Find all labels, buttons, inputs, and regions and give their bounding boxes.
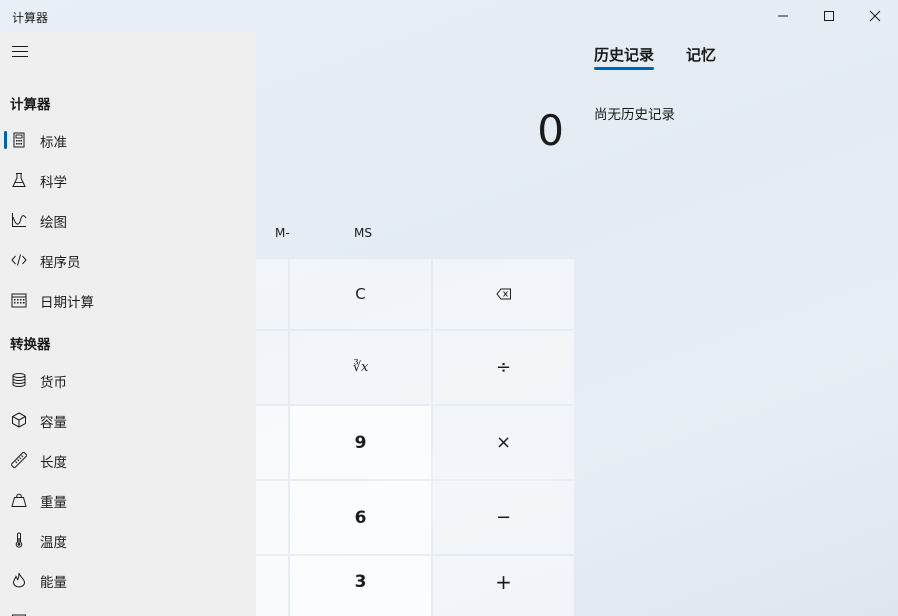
window-title: 计算器 <box>12 11 49 25</box>
ruler-icon <box>11 452 27 468</box>
selected-indicator <box>4 131 7 149</box>
divide-button[interactable]: ÷ <box>433 331 574 404</box>
nav-item-partial[interactable] <box>0 602 256 616</box>
calendar-icon <box>11 293 27 308</box>
code-icon <box>11 254 27 266</box>
nav-item-energy[interactable]: 能量 <box>0 562 256 598</box>
nav-item-length[interactable]: 长度 <box>0 442 256 478</box>
hamburger-icon[interactable] <box>12 46 28 58</box>
weight-icon <box>11 493 27 507</box>
multiply-button[interactable]: × <box>433 406 574 479</box>
cube-root-button[interactable]: ∛x <box>290 331 431 404</box>
navigation-pane: 计算器 标准 科学 绘图 程序员 日期计算 转换器 货币 容量 长度 重量 温度 <box>0 32 256 616</box>
calculator-icon <box>13 132 25 148</box>
close-icon <box>869 10 881 22</box>
maximize-icon <box>824 11 834 21</box>
minimize-button[interactable] <box>760 0 806 32</box>
memory-store-button[interactable]: MS <box>354 226 372 240</box>
key-9[interactable]: 9 <box>290 406 431 479</box>
nav-item-volume[interactable]: 容量 <box>0 402 256 438</box>
active-tab-indicator <box>594 67 654 70</box>
title-bar: 计算器 <box>0 0 898 32</box>
maximize-button[interactable] <box>806 0 852 32</box>
backspace-icon <box>495 288 511 300</box>
close-button[interactable] <box>852 0 898 32</box>
coins-icon <box>12 373 26 388</box>
nav-item-programmer[interactable]: 程序员 <box>0 242 256 278</box>
nav-item-weight[interactable]: 重量 <box>0 482 256 518</box>
nav-item-label: 货币 <box>40 375 67 391</box>
key-6[interactable]: 6 <box>290 481 431 554</box>
nav-header-converter: 转换器 <box>10 337 51 353</box>
clear-button[interactable]: C <box>290 259 431 329</box>
nav-item-label: 长度 <box>40 455 67 471</box>
nav-item-label: 重量 <box>40 495 67 511</box>
nav-item-label: 科学 <box>40 175 67 191</box>
history-empty-text: 尚无历史记录 <box>594 107 675 123</box>
nav-item-label: 日期计算 <box>40 295 94 311</box>
flame-icon <box>12 572 26 588</box>
nav-item-standard[interactable]: 标准 <box>0 122 256 158</box>
nav-item-label: 程序员 <box>40 255 81 271</box>
backspace-button[interactable] <box>433 259 574 329</box>
nav-item-label: 标准 <box>40 135 67 151</box>
nav-item-currency[interactable]: 货币 <box>0 362 256 398</box>
nav-item-label: 温度 <box>40 535 67 551</box>
nav-item-label: 能量 <box>40 575 67 591</box>
flask-icon <box>12 173 26 187</box>
cube-icon <box>12 412 26 428</box>
nav-item-temperature[interactable]: 温度 <box>0 522 256 558</box>
thermometer-icon <box>15 532 23 548</box>
nav-header-calculator: 计算器 <box>10 97 51 113</box>
nav-item-date-calculation[interactable]: 日期计算 <box>0 282 256 318</box>
area-icon <box>12 614 26 616</box>
minus-button[interactable]: − <box>433 481 574 554</box>
plus-button[interactable]: + <box>433 556 574 616</box>
result-display: 0 <box>537 106 564 155</box>
nav-item-scientific[interactable]: 科学 <box>0 162 256 198</box>
nav-item-label: 容量 <box>40 415 67 431</box>
graph-icon <box>12 213 27 227</box>
memory-subtract-button[interactable]: M- <box>275 226 290 240</box>
tab-history[interactable]: 历史记录 <box>594 44 654 65</box>
tab-memory[interactable]: 记忆 <box>686 44 716 65</box>
minimize-icon <box>778 15 788 17</box>
nav-item-label: 绘图 <box>40 215 67 231</box>
key-3[interactable]: 3 <box>290 556 431 616</box>
nav-item-graphing[interactable]: 绘图 <box>0 202 256 238</box>
